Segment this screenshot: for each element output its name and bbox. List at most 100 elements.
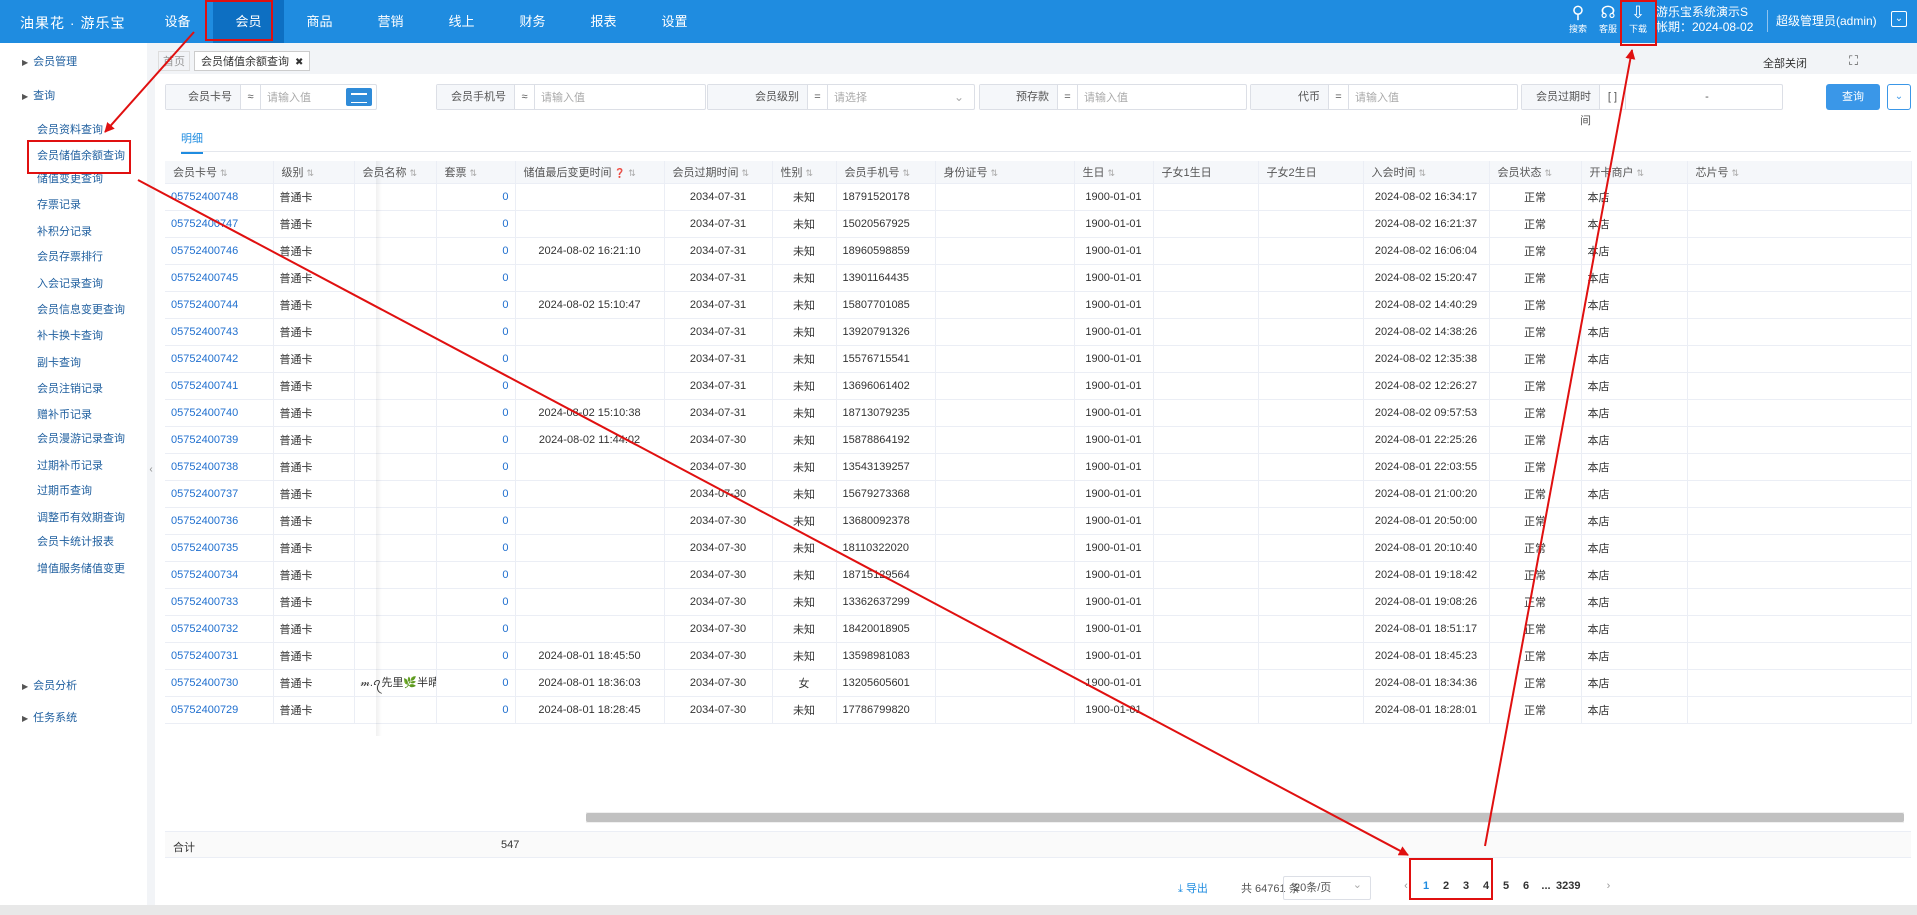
table-row[interactable]: 05752400743 普通卡 0 2034-07-31 未知 13920791326 19… xyxy=(165,318,1912,346)
card-no-link[interactable]: 05752400744 xyxy=(165,291,274,319)
column-header-10[interactable]: 子女1生日 xyxy=(1153,161,1259,184)
page-number[interactable]: 5 xyxy=(1496,880,1516,892)
read-card-icon[interactable] xyxy=(346,88,372,106)
card-no-link[interactable]: 05752400745 xyxy=(165,264,274,292)
sidebar-item-5[interactable]: 会员存票排行 xyxy=(37,248,103,264)
fullscreen-icon[interactable]: ⛶ xyxy=(1849,53,1858,69)
table-row[interactable]: 05752400746 普通卡 0 2024-08-02 16:21:10 2034-0… xyxy=(165,237,1912,265)
headset-icon[interactable]: ☊ 客服 xyxy=(1593,4,1623,35)
sidebar-item-14[interactable]: 过期币查询 xyxy=(37,482,92,498)
table-row[interactable]: 05752400733 普通卡 0 2034-07-30 未知 13362637299 19… xyxy=(165,588,1912,616)
card-no-link[interactable]: 05752400733 xyxy=(165,588,274,616)
table-row[interactable]: 05752400734 普通卡 0 2034-07-30 未知 18715129564 19… xyxy=(165,561,1912,589)
column-header-14[interactable]: 开卡商户 ⇅ xyxy=(1581,161,1688,184)
page-number[interactable]: 3239 xyxy=(1556,880,1580,892)
sort-icon[interactable]: ⇅ xyxy=(1419,168,1427,178)
level-select[interactable]: 请选择 xyxy=(828,89,954,105)
sort-icon[interactable]: ⇅ xyxy=(742,168,750,178)
column-header-3[interactable]: 套票 ⇅ xyxy=(436,161,516,184)
card-no-link[interactable]: 05752400740 xyxy=(165,399,274,427)
filter-expire-time[interactable]: 会员过期时间 [ ] - xyxy=(1521,84,1783,127)
filter-card-no[interactable]: 会员卡号 ≈ 请输入值 xyxy=(165,84,377,110)
card-no-link[interactable]: 05752400746 xyxy=(165,237,274,265)
expire-range-input[interactable]: - xyxy=(1626,91,1782,103)
nav-item-6[interactable]: 报表 xyxy=(568,0,639,43)
user-menu-chevron-icon[interactable]: ⌄ xyxy=(1891,11,1907,27)
sidebar-item-16[interactable]: 会员卡统计报表 xyxy=(37,533,114,549)
help-icon[interactable]: ❓ xyxy=(612,168,625,178)
tab-current[interactable]: 会员储值余额查询 ✖ xyxy=(194,51,311,71)
nav-item-3[interactable]: 营销 xyxy=(355,0,426,43)
card-no-link[interactable]: 05752400747 xyxy=(165,210,274,238)
nav-item-7[interactable]: 设置 xyxy=(639,0,710,43)
card-no-link[interactable]: 05752400748 xyxy=(165,183,274,211)
sidebar-item-3[interactable]: 存票记录 xyxy=(37,196,81,212)
sort-icon[interactable]: ⇅ xyxy=(1732,168,1740,178)
sort-icon[interactable]: ⇅ xyxy=(1637,168,1645,178)
sort-icon[interactable]: ⇅ xyxy=(903,168,911,178)
sort-icon[interactable]: ⇅ xyxy=(1545,168,1553,178)
nav-item-0[interactable]: 设备 xyxy=(142,0,213,43)
table-row[interactable]: 05752400735 普通卡 0 2034-07-30 未知 18110322020 19… xyxy=(165,534,1912,562)
column-header-9[interactable]: 生日 ⇅ xyxy=(1074,161,1154,184)
tab-close-icon[interactable]: ✖ xyxy=(295,57,303,68)
column-header-0[interactable]: 会员卡号 ⇅ xyxy=(165,161,274,184)
tab-home[interactable]: 首页 xyxy=(158,51,190,71)
nav-item-4[interactable]: 线上 xyxy=(426,0,497,43)
horizontal-scrollbar[interactable] xyxy=(586,812,1904,823)
card-no-link[interactable]: 05752400743 xyxy=(165,318,274,346)
table-row[interactable]: 05752400748 普通卡 0 2034-07-31 未知 18791520178 19… xyxy=(165,183,1912,211)
export-button[interactable]: ⤓ 导出 xyxy=(1178,880,1208,896)
sidebar-collapse-icon[interactable]: ‹ xyxy=(147,455,155,485)
sidebar-item-6[interactable]: 入会记录查询 xyxy=(37,275,103,291)
column-header-1[interactable]: 级别 ⇅ xyxy=(273,161,355,184)
card-no-link[interactable]: 05752400731 xyxy=(165,642,274,670)
sidebar-item-7[interactable]: 会员信息变更查询 xyxy=(37,301,125,317)
card-no-input[interactable]: 请输入值 xyxy=(261,89,346,105)
table-row[interactable]: 05752400729 普通卡 0 2024-08-01 18:28:45 2034-0… xyxy=(165,696,1912,724)
sort-icon[interactable]: ⇅ xyxy=(220,168,228,178)
card-no-link[interactable]: 05752400738 xyxy=(165,453,274,481)
sidebar-group-task-system[interactable]: ▶ 任务系统 xyxy=(22,709,77,725)
sidebar-item-0[interactable]: 会员资料查询 xyxy=(37,121,103,137)
sidebar-item-11[interactable]: 赠补币记录 xyxy=(37,406,92,422)
sidebar-group-member-manage[interactable]: ▶ 会员管理 xyxy=(22,53,77,69)
card-no-link[interactable]: 05752400729 xyxy=(165,696,274,724)
table-row[interactable]: 05752400736 普通卡 0 2034-07-30 未知 13680092378 19… xyxy=(165,507,1912,535)
card-no-link[interactable]: 05752400734 xyxy=(165,561,274,589)
filter-deposit[interactable]: 预存款 = 请输入值 xyxy=(979,84,1247,110)
page-number[interactable]: ... xyxy=(1536,880,1556,892)
column-header-2[interactable]: 会员名称 ⇅ xyxy=(354,161,437,184)
column-header-6[interactable]: 性别 ⇅ xyxy=(772,161,837,184)
card-no-link[interactable]: 05752400730 xyxy=(165,669,274,697)
phone-input[interactable]: 请输入值 xyxy=(535,89,705,105)
card-no-link[interactable]: 05752400742 xyxy=(165,345,274,373)
sidebar-item-12[interactable]: 会员漫游记录查询 xyxy=(37,430,125,446)
sort-icon[interactable]: ⇅ xyxy=(1108,168,1116,178)
close-all-tabs-button[interactable]: 全部关闭 xyxy=(1763,55,1807,71)
search-icon[interactable]: ⚲ 搜索 xyxy=(1563,4,1593,35)
column-header-5[interactable]: 会员过期时间 ⇅ xyxy=(664,161,773,184)
card-no-link[interactable]: 05752400736 xyxy=(165,507,274,535)
scrollbar-thumb[interactable] xyxy=(586,813,1904,822)
sort-icon[interactable]: ⇅ xyxy=(410,168,418,178)
filter-token[interactable]: 代币 = 请输入值 xyxy=(1250,84,1518,110)
table-row[interactable]: 05752400744 普通卡 0 2024-08-02 15:10:47 2034-0… xyxy=(165,291,1912,319)
column-header-12[interactable]: 入会时间 ⇅ xyxy=(1363,161,1490,184)
nav-item-2[interactable]: 商品 xyxy=(284,0,355,43)
sidebar-item-15[interactable]: 调整币有效期查询 xyxy=(37,509,125,525)
sort-icon[interactable]: ⇅ xyxy=(991,168,999,178)
table-row[interactable]: 05752400732 普通卡 0 2034-07-30 未知 18420018905 19… xyxy=(165,615,1912,643)
table-row[interactable]: 05752400740 普通卡 0 2024-08-02 15:10:38 2034-0… xyxy=(165,399,1912,427)
sort-icon[interactable]: ⇅ xyxy=(470,168,478,178)
column-header-8[interactable]: 身份证号 ⇅ xyxy=(935,161,1075,184)
column-header-4[interactable]: 储值最后变更时间 ❓ ⇅ xyxy=(515,161,665,184)
table-row[interactable]: 05752400747 普通卡 0 2034-07-31 未知 15020567925 19… xyxy=(165,210,1912,238)
sidebar-item-8[interactable]: 补卡换卡查询 xyxy=(37,327,103,343)
sidebar-item-4[interactable]: 补积分记录 xyxy=(37,223,92,239)
card-no-link[interactable]: 05752400737 xyxy=(165,480,274,508)
user-name[interactable]: 超级管理员(admin) xyxy=(1776,12,1877,29)
card-no-link[interactable]: 05752400735 xyxy=(165,534,274,562)
sort-icon[interactable]: ⇅ xyxy=(628,168,636,178)
token-input[interactable]: 请输入值 xyxy=(1349,89,1517,105)
